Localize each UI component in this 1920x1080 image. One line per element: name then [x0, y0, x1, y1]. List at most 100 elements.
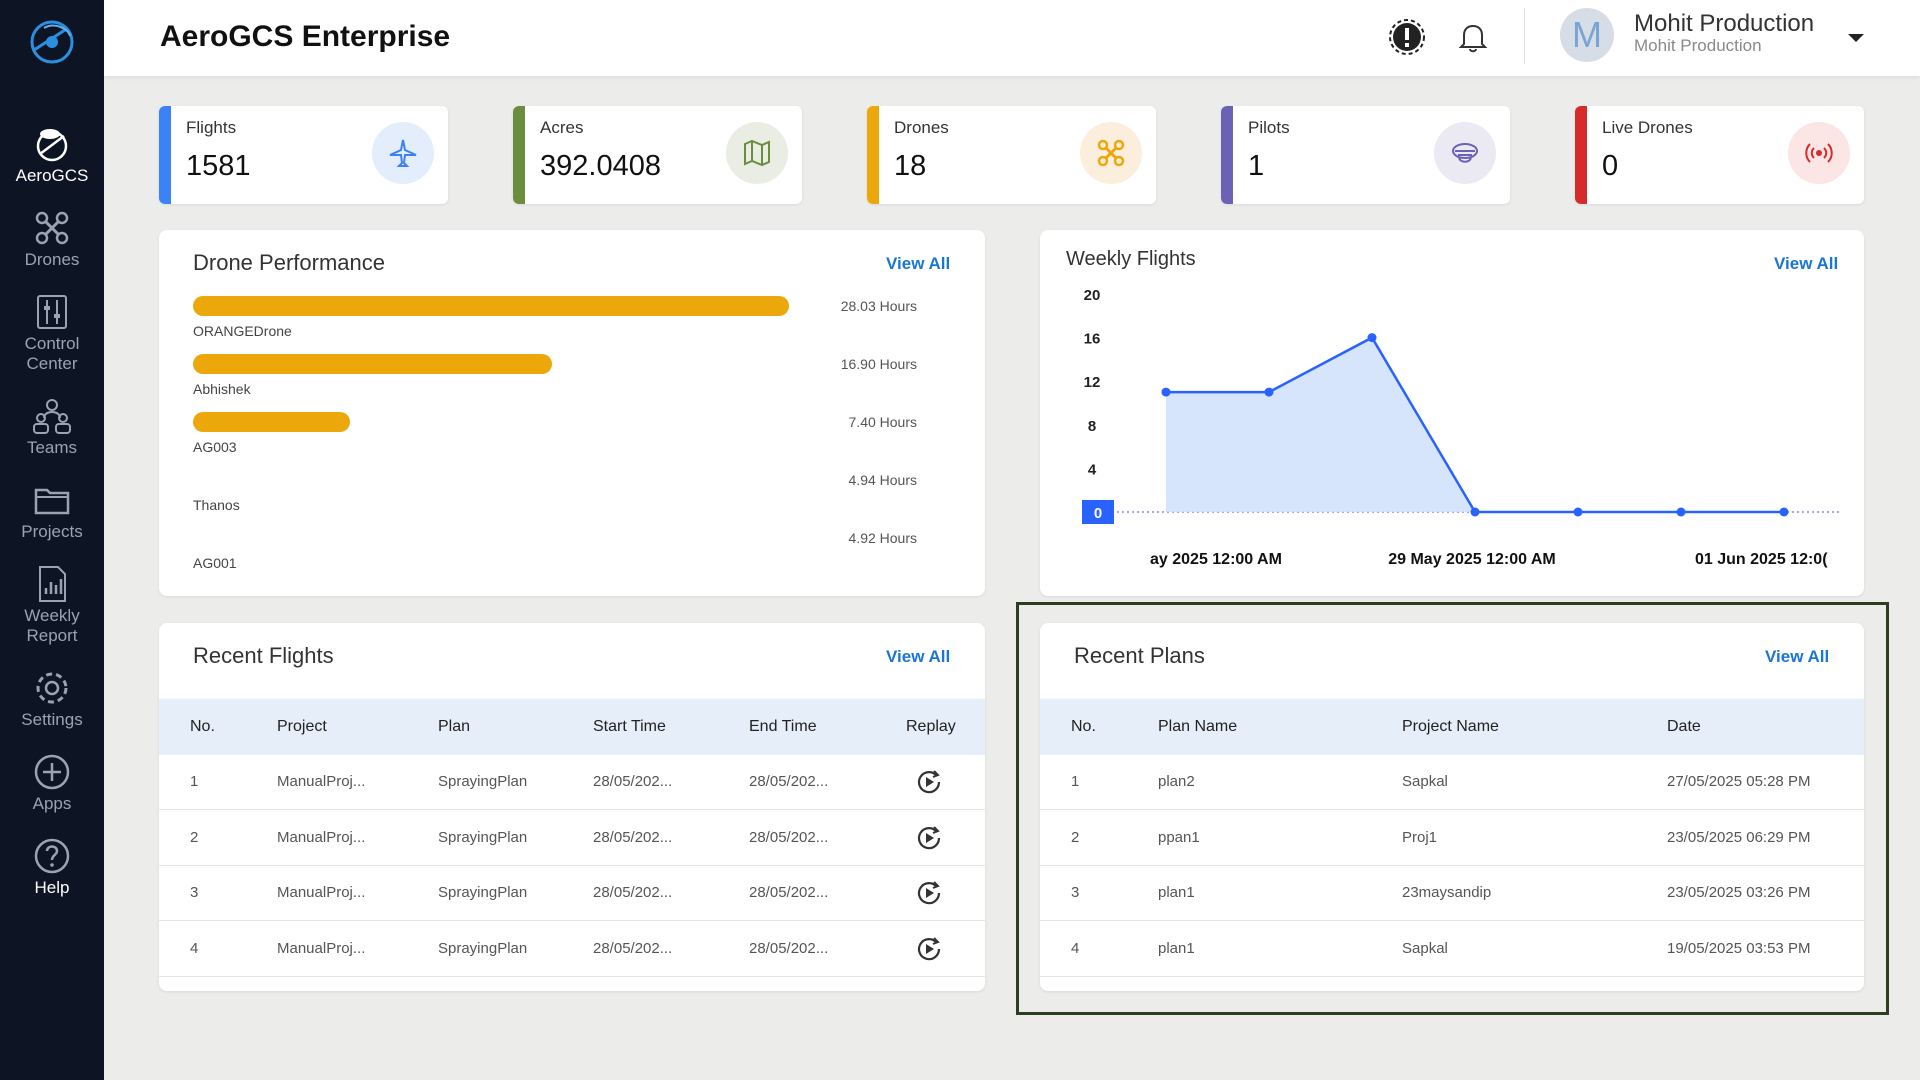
pilot-icon	[1452, 143, 1478, 163]
table-cell: 4	[190, 939, 199, 957]
drone-hours: 28.03 Hours	[840, 298, 917, 314]
drone-performance-panel: Drone Performance View All ORANGEDrone 28…	[159, 230, 985, 596]
drone-hours: 7.40 Hours	[848, 414, 917, 430]
sidebar-item-weekly-report[interactable]: Weekly Report	[0, 564, 104, 646]
data-point	[1367, 333, 1377, 343]
stat-value: 1	[1248, 150, 1265, 182]
table-row[interactable]: 4 ManualProj... SprayingPlan 28/05/202... 28…	[159, 922, 985, 977]
sidebar-item-drones[interactable]: Drones	[0, 208, 104, 270]
stat-icon-wrap	[372, 122, 434, 184]
replay-icon[interactable]	[914, 767, 944, 797]
airplane-icon	[389, 139, 417, 167]
sidebar-item-label: Projects	[21, 522, 83, 541]
stat-value: 392.0408	[540, 150, 661, 182]
panel-title: Drone Performance	[193, 250, 385, 275]
sidebar-item-label: Settings	[21, 710, 83, 729]
aerogcs-icon	[36, 129, 68, 162]
user-subtitle: Mohit Production	[1634, 36, 1762, 55]
y-tick-label: 4	[1088, 461, 1097, 478]
alert-icon[interactable]	[1388, 18, 1426, 56]
control-center-icon	[37, 295, 67, 329]
user-name: Mohit Production	[1634, 10, 1815, 37]
sidebar-item-label: Teams	[26, 438, 78, 457]
drone-name: AG003	[193, 439, 237, 455]
stat-value: 0	[1602, 150, 1619, 182]
performance-bar	[193, 412, 350, 432]
replay-icon[interactable]	[914, 878, 944, 908]
stat-card-flights[interactable]: Flights 1581	[159, 106, 448, 204]
drone-name: Abhishek	[193, 381, 251, 397]
table-cell: SprayingPlan	[438, 884, 528, 901]
sidebar-item-control-center[interactable]: Control Center	[0, 292, 104, 374]
stat-value: 1581	[186, 150, 251, 182]
table-cell: 28/05/202...	[593, 884, 673, 901]
column-header[interactable]: No.	[190, 718, 215, 736]
replay-icon[interactable]	[914, 934, 944, 964]
stat-accent-bar	[1221, 106, 1233, 204]
stat-label: Acres	[540, 118, 584, 137]
table-cell: 3	[190, 884, 199, 901]
drone-name: Thanos	[193, 497, 240, 513]
bell-icon[interactable]	[1454, 18, 1492, 56]
column-header[interactable]: Start Time	[593, 718, 666, 736]
table-row[interactable]: 3 ManualProj... SprayingPlan 28/05/202... 28…	[159, 866, 985, 921]
table-cell: ManualProj...	[277, 828, 366, 846]
column-header[interactable]: Plan	[438, 718, 470, 736]
help-icon	[34, 838, 70, 874]
stat-card-acres[interactable]: Acres 392.0408	[513, 106, 802, 204]
table-row[interactable]: 1 ManualProj... SprayingPlan 28/05/202... 28…	[159, 755, 985, 810]
stat-label: Live Drones	[1602, 118, 1693, 137]
performance-bar	[193, 296, 789, 316]
sidebar-item-settings[interactable]: Settings	[0, 668, 104, 730]
column-header[interactable]: Project	[277, 718, 327, 736]
column-header[interactable]: Replay	[906, 718, 956, 736]
table-cell: SprayingPlan	[438, 828, 528, 846]
sidebar-item-help[interactable]: Help	[0, 836, 104, 898]
top-header: AeroGCS Enterprise M Mohit Production Mo…	[104, 0, 1920, 76]
drone-icon	[1097, 139, 1125, 167]
weekly-flights-chart: 0 4 8 12 16 20 ay 2025 12:00 AM 29 May 2025 12:…	[1082, 287, 1840, 568]
chevron-down-icon[interactable]	[1844, 26, 1868, 50]
stat-card-drones[interactable]: Drones 18	[867, 106, 1156, 204]
stat-accent-bar	[1575, 106, 1587, 204]
stat-icon-wrap	[726, 122, 788, 184]
performance-row: ORANGEDrone 28.03 Hours	[193, 296, 953, 354]
table-cell: SprayingPlan	[438, 773, 528, 790]
data-point	[1573, 507, 1583, 517]
drone-name: AG001	[193, 555, 237, 571]
table-cell: 28/05/202...	[749, 939, 829, 957]
drone-performance-view-all-link[interactable]: View All	[886, 254, 950, 274]
gear-icon	[36, 672, 68, 704]
app-logo-icon[interactable]	[24, 14, 80, 70]
column-header[interactable]: End Time	[749, 718, 817, 736]
table-cell: 28/05/202...	[593, 939, 673, 957]
sidebar: AeroGCS Drones Control Center Teams Proj…	[0, 0, 104, 1080]
plus-circle-icon	[34, 754, 70, 790]
performance-bar	[193, 354, 552, 374]
sidebar-item-apps[interactable]: Apps	[0, 752, 104, 814]
x-tick-label: 29 May 2025 12:00 AM	[1388, 551, 1556, 568]
stat-card-pilots[interactable]: Pilots 1	[1221, 106, 1510, 204]
sidebar-item-projects[interactable]: Projects	[0, 480, 104, 542]
header-divider	[1524, 8, 1525, 64]
avatar[interactable]: M	[1560, 8, 1614, 62]
stat-icon-wrap	[1788, 122, 1850, 184]
y-tick-label: 8	[1088, 418, 1096, 435]
data-point	[1470, 507, 1480, 517]
app-title: AeroGCS Enterprise	[160, 20, 451, 53]
table-row[interactable]: 2 ManualProj... SprayingPlan 28/05/202... 28…	[159, 811, 985, 866]
table-cell: 1	[190, 773, 199, 790]
table-cell: SprayingPlan	[438, 939, 528, 957]
drone-name: ORANGEDrone	[193, 323, 292, 339]
recent-flights-panel: Recent Flights View All No. Project Plan…	[159, 623, 985, 991]
sidebar-item-aerogcs[interactable]: AeroGCS	[0, 124, 104, 186]
stat-label: Flights	[186, 118, 237, 137]
stat-card-live-drones[interactable]: Live Drones 0	[1575, 106, 1864, 204]
sidebar-item-teams[interactable]: Teams	[0, 396, 104, 458]
replay-icon[interactable]	[914, 823, 944, 853]
x-tick-label: 01 Jun 2025 12:0(	[1695, 551, 1828, 568]
table-cell: 28/05/202...	[749, 884, 829, 901]
selection-highlight-frame	[1016, 602, 1889, 1015]
stat-icon-wrap	[1434, 122, 1496, 184]
recent-flights-view-all-link[interactable]: View All	[886, 647, 950, 667]
